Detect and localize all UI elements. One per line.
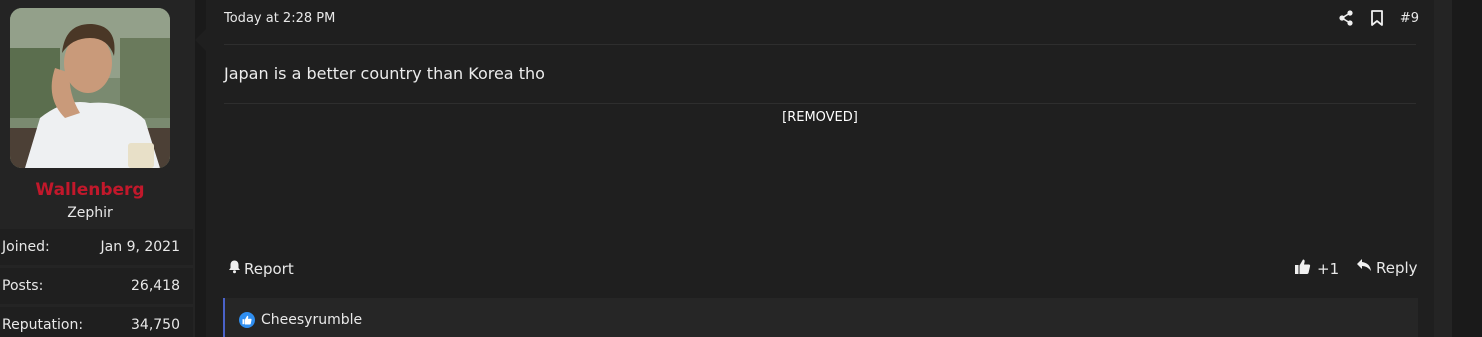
like-icon — [239, 312, 255, 328]
post-top-actions: #9 — [1338, 7, 1419, 29]
user-cell: Wallenberg Zephir Joined: Jan 9, 2021 Po… — [0, 0, 195, 337]
report-label: Report — [244, 259, 294, 278]
forum-post: Wallenberg Zephir Joined: Jan 9, 2021 Po… — [0, 0, 1482, 337]
reply-icon — [1356, 258, 1372, 277]
reaction-users[interactable]: Cheesyrumble — [261, 312, 362, 328]
post-timestamp[interactable]: Today at 2:28 PM — [224, 11, 335, 26]
stat-value: 34,750 — [131, 317, 180, 333]
reply-label: Reply — [1376, 258, 1418, 277]
stat-reputation: Reputation: 34,750 — [0, 307, 193, 337]
reply-button[interactable]: Reply — [1356, 258, 1418, 277]
username[interactable]: Wallenberg — [0, 180, 180, 200]
bell-icon — [227, 259, 242, 278]
share-icon[interactable] — [1338, 10, 1354, 26]
thumbs-up-icon — [1294, 258, 1311, 279]
post-main: Today at 2:28 PM #9 Japan is a better co… — [206, 0, 1434, 337]
scroll-gutter — [1434, 0, 1452, 337]
stat-joined: Joined: Jan 9, 2021 — [0, 229, 193, 265]
stat-label: Reputation: — [2, 317, 84, 333]
report-button[interactable]: Report — [227, 259, 294, 278]
stat-label: Posts: — [2, 278, 44, 294]
stat-value: Jan 9, 2021 — [100, 239, 180, 255]
signature-divider — [224, 103, 1416, 104]
header-divider — [224, 44, 1416, 45]
page-background — [1452, 0, 1482, 337]
reactions-bar[interactable]: Cheesyrumble — [223, 298, 1418, 337]
like-button[interactable]: +1 — [1294, 258, 1339, 279]
stat-posts: Posts: 26,418 — [0, 268, 193, 304]
post-body: Japan is a better country than Korea tho — [224, 64, 545, 83]
bookmark-icon[interactable] — [1370, 10, 1384, 26]
like-count: +1 — [1317, 259, 1340, 278]
post-number[interactable]: #9 — [1400, 11, 1419, 26]
signature: [REMOVED] — [782, 110, 858, 125]
user-title: Zephir — [67, 205, 113, 221]
stat-label: Joined: — [2, 239, 50, 255]
stat-value: 26,418 — [131, 278, 180, 294]
avatar[interactable] — [10, 8, 170, 168]
avatar-image — [10, 8, 170, 168]
